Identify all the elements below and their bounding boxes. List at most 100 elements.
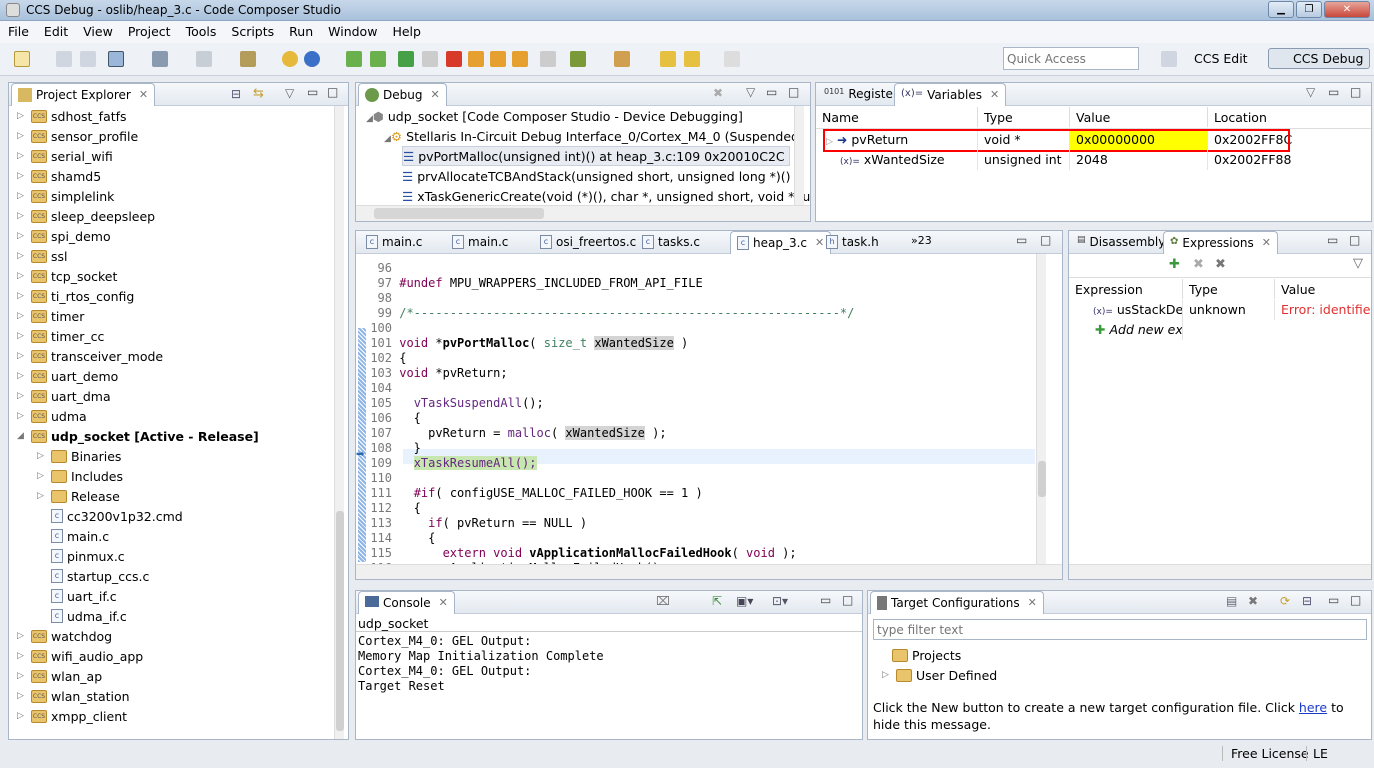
expand-icon[interactable]: ▷	[17, 411, 27, 421]
tab-debug[interactable]: Debug ✕	[358, 83, 447, 106]
tree-item[interactable]: ▷cpinmux.c	[37, 546, 125, 566]
minimize-view-icon[interactable]: ▭	[1328, 85, 1339, 99]
variable-row[interactable]: (x)= xWantedSize unsigned int 2048 0x200…	[816, 150, 1371, 170]
stack-frame[interactable]: ☰ xTaskGenericCreate(void (*)(), char *, …	[402, 186, 810, 206]
build-icon[interactable]	[152, 51, 168, 67]
close-icon[interactable]: ✕	[1028, 596, 1037, 609]
column-type[interactable]: Type	[978, 107, 1070, 127]
open-console-icon[interactable]: ⊡▾	[772, 594, 788, 608]
expand-icon[interactable]: ▷	[17, 631, 27, 641]
prev-icon[interactable]	[684, 51, 700, 67]
tree-item[interactable]: ▷ CCS sdhost_fatfs	[17, 106, 127, 126]
expand-icon[interactable]: ▷	[17, 331, 27, 341]
tree-item[interactable]: ▷ CCS simplelink	[17, 186, 114, 206]
expand-icon[interactable]: ▷	[17, 191, 27, 201]
minimize-view-icon[interactable]: ▭	[1328, 593, 1339, 607]
tree-item[interactable]: ▷ Release	[37, 486, 120, 506]
remove-all-icon[interactable]: ✖	[1215, 257, 1226, 272]
expand-icon[interactable]: ▷	[37, 471, 47, 481]
minimize-view-icon[interactable]: ▭	[1327, 233, 1338, 247]
expand-icon[interactable]: ▷	[17, 391, 27, 401]
delete-config-icon[interactable]: ✖	[1248, 594, 1258, 608]
close-icon[interactable]: ✕	[990, 88, 999, 101]
perspective-ccs-edit[interactable]: CCS Edit	[1190, 49, 1252, 68]
maximize-view-icon[interactable]: □	[1350, 85, 1361, 99]
more-tabs-button[interactable]: »23	[911, 234, 932, 247]
remove-terminated-icon[interactable]: ✖	[713, 86, 723, 100]
maximize-view-icon[interactable]: □	[1040, 233, 1051, 247]
minimize-view-icon[interactable]: ▭	[1016, 233, 1027, 247]
hide-message-link[interactable]: here	[1299, 700, 1327, 715]
menu-view[interactable]: View	[75, 21, 120, 43]
editor-tab[interactable]: c osi_freertos.c	[534, 231, 642, 254]
expand-icon[interactable]: ▷	[17, 251, 27, 261]
expand-icon[interactable]: ▷	[17, 691, 27, 701]
collapse-all-icon[interactable]: ⊟	[1302, 594, 1312, 608]
resume-icon[interactable]	[346, 51, 362, 67]
close-icon[interactable]: ✕	[139, 88, 148, 101]
quick-access-input[interactable]	[1003, 47, 1139, 70]
stack-frame[interactable]: ☰ pvPortMalloc(unsigned int)() at heap_3.…	[402, 146, 790, 166]
step-over-icon[interactable]	[490, 51, 506, 67]
debug-vscrollbar[interactable]	[794, 106, 804, 206]
editor-tab[interactable]: c main.c	[360, 231, 428, 254]
tree-item[interactable]: ▷cuart_if.c	[37, 586, 117, 606]
close-icon[interactable]: ✕	[439, 596, 448, 609]
forward-icon[interactable]	[724, 51, 740, 67]
tree-item[interactable]: ▷ CCS serial_wifi	[17, 146, 113, 166]
tree-item[interactable]: ▷ Includes	[37, 466, 123, 486]
minimize-view-icon[interactable]: ▭	[307, 85, 318, 99]
step-into-icon[interactable]	[468, 51, 484, 67]
view-menu-icon[interactable]: ▽	[1353, 256, 1363, 271]
menu-edit[interactable]: Edit	[36, 21, 75, 43]
run-icon[interactable]	[304, 51, 320, 67]
maximize-view-icon[interactable]: □	[1350, 593, 1361, 607]
tab-project-explorer[interactable]: Project Explorer ✕	[11, 83, 156, 106]
expand-icon[interactable]: ▷	[37, 451, 47, 461]
tab-console[interactable]: Console ✕	[358, 591, 455, 614]
debug-view-icon[interactable]	[108, 51, 124, 67]
tree-item[interactable]: ▷ CCS uart_dma	[17, 386, 111, 406]
collapse-icon[interactable]: ◢	[17, 431, 27, 441]
debug-tree-item[interactable]: ◢⬢ udp_socket [Code Composer Studio - Dev…	[366, 106, 743, 126]
remove-expression-icon[interactable]: ✖	[1193, 257, 1204, 272]
expand-icon[interactable]: ▷	[17, 111, 27, 121]
tree-item[interactable]: ▷ CCS ti_rtos_config	[17, 286, 134, 306]
tree-item[interactable]: ▷ Binaries	[37, 446, 121, 466]
pin-console-icon[interactable]: ⇱	[712, 594, 722, 608]
expand-icon[interactable]: ▷	[17, 151, 27, 161]
back-icon[interactable]	[660, 51, 676, 67]
tree-item[interactable]: ▷ CCS shamd5	[17, 166, 101, 186]
expand-icon[interactable]: ▷	[17, 711, 27, 721]
tree-item[interactable]: ▷ CCS timer_cc	[17, 326, 104, 346]
expression-row[interactable]: (x)= usStackDept unknown Error: identifi…	[1069, 300, 1371, 320]
tree-item[interactable]: ◢ CCS udp_socket [Active - Release]	[17, 426, 259, 446]
menu-tools[interactable]: Tools	[178, 21, 224, 43]
tree-item[interactable]: ▷ CCS uart_demo	[17, 366, 118, 386]
expand-icon[interactable]: ▷	[17, 131, 27, 141]
maximize-view-icon[interactable]: □	[1349, 233, 1360, 247]
editor-vscrollbar[interactable]	[1036, 254, 1046, 564]
tree-item[interactable]: ▷ccc3200v1p32.cmd	[37, 506, 183, 526]
column-value[interactable]: Value	[1275, 279, 1371, 299]
menu-help[interactable]: Help	[384, 21, 428, 43]
expand-icon[interactable]: ▷	[17, 271, 27, 281]
tree-item[interactable]: ▷ CCS wlan_ap	[17, 666, 102, 686]
close-icon[interactable]: ✕	[430, 88, 439, 101]
debug-launch-icon[interactable]	[282, 51, 298, 67]
save-all-icon[interactable]	[80, 51, 96, 67]
expand-icon[interactable]: ▷	[37, 491, 47, 501]
perspective-ccs-debug[interactable]: CCS Debug	[1268, 48, 1371, 69]
tree-item[interactable]: ▷ CCS tcp_socket	[17, 266, 117, 286]
editor-tab[interactable]: h task.h	[820, 231, 885, 254]
flash-icon[interactable]	[240, 51, 256, 67]
save-icon[interactable]	[56, 51, 72, 67]
tree-item[interactable]: ▷ CCS udma	[17, 406, 87, 426]
expand-icon[interactable]: ▷	[17, 171, 27, 181]
filter-input[interactable]	[873, 619, 1367, 640]
expand-icon[interactable]: ▷	[17, 351, 27, 361]
tree-item[interactable]: ▷ CCS sensor_profile	[17, 126, 138, 146]
reset-icon[interactable]	[540, 51, 556, 67]
tree-item-projects[interactable]: Projects	[892, 645, 961, 665]
link-editor-icon[interactable]: ⇆	[253, 86, 264, 101]
